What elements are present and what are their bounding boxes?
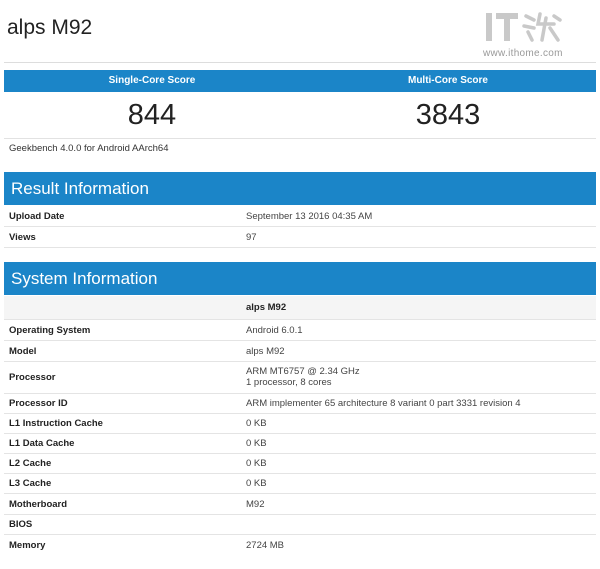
row-value: 97 [246, 232, 257, 243]
system-row: Model alps M92 [4, 341, 596, 362]
processor-cores: 1 processor, 8 cores [246, 377, 332, 388]
row-key: BIOS [9, 519, 33, 530]
row-value: 0 KB [246, 458, 267, 469]
result-row: Upload Date September 13 2016 04:35 AM [4, 206, 596, 227]
row-key: Operating System [9, 325, 91, 336]
row-value: 0 KB [246, 418, 267, 429]
system-row: L1 Instruction Cache 0 KB [4, 414, 596, 434]
system-row: L2 Cache 0 KB [4, 454, 596, 474]
system-row: Processor ID ARM implementer 65 architec… [4, 394, 596, 414]
watermark-url: www.ithome.com [483, 48, 563, 59]
row-key: L2 Cache [9, 458, 52, 469]
row-value: M92 [246, 499, 265, 510]
row-key: Motherboard [9, 499, 68, 510]
result-row: Views 97 [4, 227, 596, 248]
single-core-score: 844 [127, 99, 177, 131]
row-key: Views [9, 232, 36, 243]
row-key: Processor [9, 372, 56, 383]
row-value: 0 KB [246, 478, 267, 489]
row-key: L1 Instruction Cache [9, 418, 103, 429]
score-values: 844 3843 [4, 93, 596, 138]
row-value: 0 KB [246, 438, 267, 449]
system-row: BIOS [4, 515, 596, 535]
title-divider [4, 62, 596, 63]
ithome-logo: www.ithome.com [480, 10, 590, 62]
row-key: Model [9, 346, 37, 357]
device-name-row: alps M92 [4, 296, 596, 320]
single-core-label: Single-Core Score [108, 75, 196, 86]
device-name: alps M92 [246, 302, 287, 313]
row-key: Memory [9, 540, 46, 551]
row-key: L1 Data Cache [9, 438, 75, 449]
system-row: L1 Data Cache 0 KB [4, 434, 596, 454]
ithome-logo-icon [486, 12, 562, 42]
benchmark-version: Geekbench 4.0.0 for Android AArch64 [9, 143, 169, 154]
result-information-header: Result Information [4, 172, 596, 205]
row-value: alps M92 [246, 346, 285, 357]
row-value: ARM MT6757 @ 2.34 GHz 1 processor, 8 cor… [246, 366, 360, 388]
row-value: September 13 2016 04:35 AM [246, 211, 373, 222]
system-information-header: System Information [4, 262, 596, 295]
system-row: Memory 2724 MB [4, 535, 596, 557]
system-row: Operating System Android 6.0.1 [4, 320, 596, 341]
row-value: ARM implementer 65 architecture 8 varian… [246, 398, 521, 409]
row-value: Android 6.0.1 [246, 325, 303, 336]
page-title: alps M92 [7, 16, 93, 39]
multi-core-label: Multi-Core Score [407, 75, 488, 86]
row-key: L3 Cache [9, 478, 52, 489]
row-key: Processor ID [9, 398, 68, 409]
system-row: L3 Cache 0 KB [4, 474, 596, 494]
processor-name: ARM MT6757 @ 2.34 GHz [246, 366, 360, 377]
system-row: Motherboard M92 [4, 494, 596, 515]
score-divider [4, 138, 596, 139]
score-header: Single-Core Score Multi-Core Score [4, 70, 596, 92]
system-row: Processor ARM MT6757 @ 2.34 GHz 1 proces… [4, 362, 596, 394]
multi-core-score: 3843 [415, 99, 481, 131]
row-value: 2724 MB [246, 540, 285, 551]
row-key: Upload Date [9, 211, 65, 222]
